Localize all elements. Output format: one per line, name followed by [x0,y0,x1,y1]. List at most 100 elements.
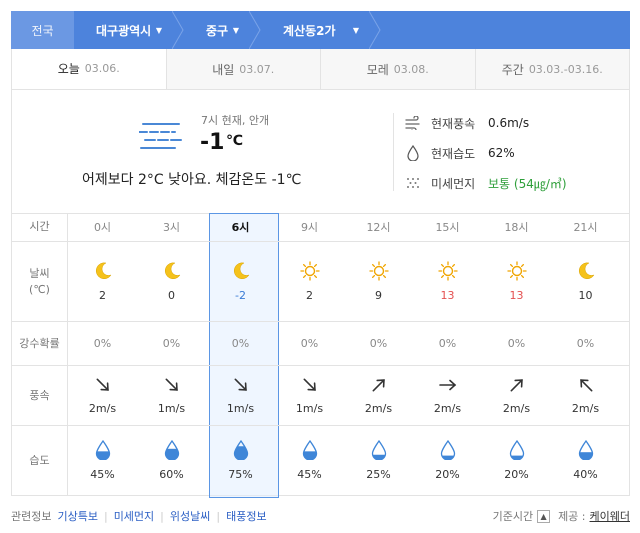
weather-cell: 13 [413,242,482,321]
humidity-droplet-icon [233,440,248,460]
dust-info: 미세먼지 보통 (54㎍/㎥) [405,173,567,193]
precip-cell: 0% [68,322,137,365]
arrow-down-right-icon [96,378,109,391]
day-tabs: 오늘 03.06. 내일 03.07. 모레 03.08. 주간 03.03.-03.1… [11,49,630,90]
arrow-up-right-icon [372,379,385,392]
precip-value: 0% [576,337,595,350]
temperature-value: 13 [440,289,455,302]
caret-down-icon: ▼ [352,25,359,35]
droplet-icon [405,145,421,161]
weather-cell: 2 [68,242,137,321]
wind-label: 현재풍속 [431,116,476,131]
breadcrumb-dong[interactable]: 계산동2가 ▼ [261,11,381,49]
weather-cell: 13 [482,242,551,321]
wind-info: 현재풍속 0.6m/s [405,113,529,133]
tab-weekly[interactable]: 주간 03.03.-03.16. [474,49,629,89]
tab-date: 03.03.-03.16. [528,62,603,76]
humidity-droplet-icon [302,440,317,460]
sun-icon [506,261,527,281]
humidity-cell: 60% [137,426,206,495]
tab-label: 내일 [212,62,235,77]
wind-cell: 2m/s [344,366,413,425]
wind-cell: 1m/s [275,366,344,425]
humidity-cell: 45% [68,426,137,495]
breadcrumb-city[interactable]: 대구광역시 ▼ [74,11,184,49]
weather-cell: 9 [344,242,413,321]
moon-icon [578,262,595,279]
humidity-label: 현재습도 [431,146,476,161]
precip-cell: 0% [413,322,482,365]
dust-icon [405,175,421,191]
humidity-value: 20% [504,468,529,481]
temperature-unit: ℃ [226,133,243,149]
humidity-cell: 25% [344,426,413,495]
basetime-toggle-icon[interactable]: ▲ [537,509,551,523]
tab-label: 모레 [366,62,389,77]
tab-date: 03.06. [84,62,120,75]
hour-label: 6시 [231,221,250,234]
humidity-cell: 75% [206,426,275,495]
hourly-forecast-table: 시간 0시 3시 6시 9시 12시 15시 18시 21시 날씨 (℃) 2 0 -2 2 9 13 1… [11,213,630,498]
wind-speed-value: 2m/s [433,402,462,415]
link-satellite[interactable]: 위성날씨 [170,508,210,524]
hour-label: 0시 [93,221,112,234]
row-label-time: 시간 [12,213,68,241]
link-typhoon[interactable]: 태풍정보 [226,508,266,524]
row-label-precip: 강수확률 [12,322,68,365]
provider-link[interactable]: 케이웨더 [590,508,630,524]
tab-date: 03.08. [393,62,429,76]
breadcrumb-district-label: 중구 [206,23,229,38]
hour-cell: 9시 [275,213,344,241]
precip-value: 0% [162,337,181,350]
humidity-value: 20% [435,468,460,481]
precip-value: 0% [438,337,457,350]
wind-cell: 2m/s [482,366,551,425]
moon-icon [164,262,181,279]
wind-speed-value: 2m/s [571,402,600,415]
hour-label: 12시 [366,221,391,234]
wind-cell: 1m/s [137,366,206,425]
tab-today[interactable]: 오늘 03.06. [12,49,166,89]
precip-cell: 0% [344,322,413,365]
tab-label: 주간 [501,62,524,77]
footer-right: 기준시간 ▲ 제공 : 케이웨더 [493,508,630,524]
arrow-up-left-icon [579,379,592,392]
current-temperature: -1 [200,130,225,155]
moon-icon [233,262,250,279]
humidity-droplet-icon [509,440,524,460]
breadcrumb-district[interactable]: 중구 ▼ [184,11,261,49]
tab-day-after[interactable]: 모레 03.08. [320,49,475,89]
humidity-droplet-icon [371,440,386,460]
humidity-cells: 45% 60% 75% 45% 25% 20% 20% 40% [68,426,620,495]
link-fine-dust[interactable]: 미세먼지 [114,508,154,524]
wind-speed-value: 2m/s [88,402,117,415]
tab-tomorrow[interactable]: 내일 03.07. [165,49,320,89]
arrow-up-right-icon [510,379,523,392]
sun-icon [299,261,320,281]
chevron-separator-icon [369,11,381,49]
temperature-value: 2 [99,289,106,302]
breadcrumb-dong-label: 계산동2가 [283,23,336,38]
temperature-value: 13 [509,289,524,302]
hour-cell: 15시 [413,213,482,241]
separator: | [216,509,221,523]
precip-cell: 0% [137,322,206,365]
hour-cell: 6시 [206,213,275,241]
humidity-value: 62% [488,146,515,160]
wind-cell: 2m/s [413,366,482,425]
hour-label: 3시 [162,221,181,234]
link-weather-alert[interactable]: 기상특보 [57,508,97,524]
humidity-droplet-icon [164,440,179,460]
row-precip: 강수확률 0% 0% 0% 0% 0% 0% 0% 0% [12,321,629,365]
row-weather: 날씨 (℃) 2 0 -2 2 9 13 13 10 [12,241,629,321]
basetime-label: 기준시간 [492,510,534,523]
time-cells: 0시 3시 6시 9시 12시 15시 18시 21시 [68,213,620,241]
row-humidity: 습도 45% 60% 75% 45% 25% 20% 20% 40% [12,425,629,495]
arrow-down-right-icon [234,378,247,391]
humidity-cell: 20% [413,426,482,495]
chevron-separator-icon [172,11,184,49]
hour-label: 21시 [573,221,598,234]
chevron-separator-icon [249,11,261,49]
breadcrumb-root[interactable]: 전국 [11,11,74,49]
wind-speed-value: 2m/s [502,402,531,415]
